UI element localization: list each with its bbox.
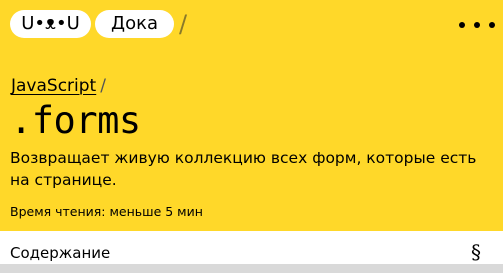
logo-icon: U•ᴥ•U [21,13,80,34]
logo-button[interactable]: U•ᴥ•U [10,10,91,38]
site-header: U•ᴥ•U Дока / [0,0,503,52]
breadcrumb-separator: / [100,76,106,96]
reading-time: Время чтения: меньше 5 мин [10,204,203,219]
breadcrumb-link-javascript[interactable]: JavaScript [11,76,96,96]
more-menu-button[interactable] [459,14,495,36]
more-horizontal-icon [474,22,480,28]
page-title: .forms [10,99,141,142]
bottom-divider [0,264,503,273]
section-sign-icon: § [471,240,481,264]
more-horizontal-icon [489,22,495,28]
site-name-label: Дока [111,13,158,34]
header-separator: / [179,10,188,38]
toc-label: Содержание [10,244,111,262]
article-description: Возвращает живую коллекцию всех форм, ко… [10,149,477,189]
more-horizontal-icon [459,22,465,28]
table-of-contents-toggle[interactable]: Содержание § [0,231,503,264]
site-name-link[interactable]: Дока [95,10,174,38]
breadcrumb: JavaScript / [11,74,106,98]
